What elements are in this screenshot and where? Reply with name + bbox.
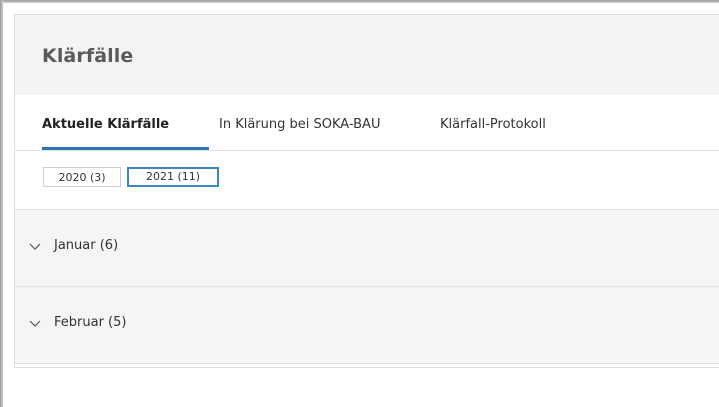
tab-bar: Aktuelle Klärfälle In Klärung bei SOKA-B… [15,95,719,151]
window-edge-top [0,0,719,3]
year-filter-bar: 2020 (3) 2021 (11) [15,151,719,210]
page-title: Klärfälle [42,45,134,67]
year-button-2020[interactable]: 2020 (3) [43,167,121,187]
accordion-month-februar[interactable]: Februar (5) [15,287,719,364]
chevron-down-icon [29,320,41,327]
tab-aktuelle-klaerfaelle[interactable]: Aktuelle Klärfälle [42,117,169,132]
active-tab-indicator [42,147,209,150]
window-edge-left [0,0,3,407]
accordion-month-januar[interactable]: Januar (6) [15,210,719,287]
tab-in-klaerung-soka-bau[interactable]: In Klärung bei SOKA-BAU [219,117,380,132]
accordion-label: Februar (5) [54,315,127,330]
chevron-down-icon [29,243,41,250]
accordion-label: Januar (6) [54,238,119,253]
tab-klaerfall-protokoll[interactable]: Klärfall-Protokoll [440,117,546,132]
year-button-2021[interactable]: 2021 (11) [127,167,219,187]
panel-header: Klärfälle [15,15,719,96]
klaerfaelle-panel: Klärfälle Aktuelle Klärfälle In Klärung … [14,14,719,368]
